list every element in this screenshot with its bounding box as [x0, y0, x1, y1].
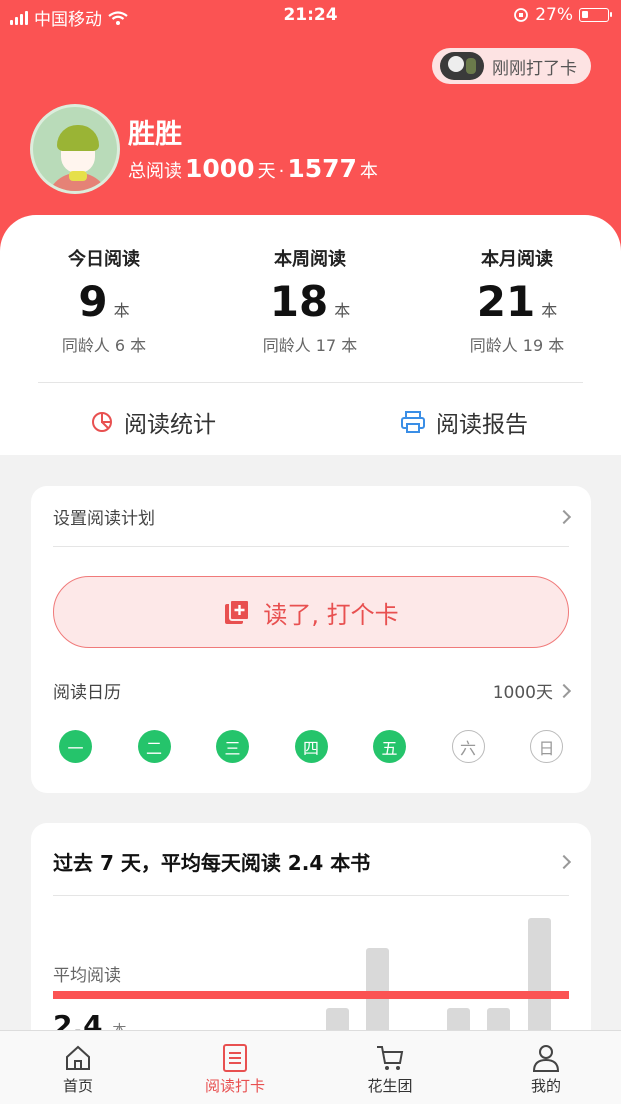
tab-home[interactable]: 首页 — [28, 1041, 128, 1096]
tab-peanut-group[interactable]: 花生团 — [340, 1041, 440, 1096]
weekday-sat: 六 — [451, 730, 485, 763]
reading-calendar-row[interactable]: 阅读日历 1000天 — [53, 678, 572, 703]
weekday-fri: 五 — [373, 730, 406, 763]
average-label: 平均阅读 — [53, 966, 121, 986]
reading-plan-row[interactable]: 设置阅读计划 — [53, 504, 572, 529]
weekly-summary-card[interactable]: 过去 7 天，平均每天阅读 2.4 本书 平均阅读 2.4 本 — [31, 823, 591, 1068]
chevron-right-icon — [556, 683, 572, 698]
total-books: 1577 — [287, 154, 357, 183]
battery-percent: 27% — [535, 5, 573, 25]
today-stat: 今日阅读 9本 同龄人 6 本 — [61, 249, 147, 355]
cart-icon — [377, 1046, 404, 1070]
battery-icon — [579, 8, 612, 22]
username: 胜胜 — [128, 119, 182, 150]
add-book-icon — [225, 599, 251, 624]
reading-totals: 总阅读 1000 天 · 1577 本 — [128, 154, 378, 183]
total-days: 1000 — [185, 154, 255, 183]
checkin-card: 设置阅读计划 读了, 打个卡 阅读日历 1000天 一 二 三 四 五 六 日 — [31, 486, 591, 793]
weekday-thu: 四 — [294, 730, 328, 763]
calendar-day-count: 1000天 — [492, 683, 553, 703]
divider — [53, 546, 569, 547]
recent-checkin-label: 刚刚打了卡 — [492, 58, 577, 79]
recent-checkin-chip[interactable]: 刚刚打了卡 — [432, 48, 591, 84]
divider — [38, 382, 583, 383]
reading-stats-card: 今日阅读 9本 同龄人 6 本 本周阅读 18 本 同龄人 17 本 本月阅读 2… — [0, 215, 621, 455]
weekday-wed: 三 — [216, 730, 249, 763]
divider — [53, 895, 569, 896]
week-stat: 本周阅读 18 本 同龄人 17 本 — [262, 249, 358, 355]
printer-icon — [401, 411, 425, 433]
month-stat: 本月阅读 21 本 同龄人 19 本 — [469, 249, 565, 355]
orientation-lock-icon — [514, 8, 529, 22]
book-icon — [223, 1044, 247, 1072]
chevron-right-icon — [556, 509, 572, 524]
avatar[interactable] — [30, 104, 120, 194]
status-bar: 中国移动 21:24 27% — [0, 0, 621, 32]
friend-avatar — [440, 52, 484, 80]
weekday-tue: 二 — [137, 730, 171, 763]
home-icon — [66, 1045, 90, 1070]
weekday-checkins: 一 二 三 四 五 六 日 — [59, 730, 563, 763]
pie-chart-icon — [92, 412, 112, 432]
tab-reading-checkin[interactable]: 阅读打卡 — [185, 1041, 285, 1096]
average-line — [53, 991, 569, 999]
checkin-button[interactable]: 读了, 打个卡 — [53, 576, 569, 648]
chevron-right-icon — [556, 854, 572, 869]
weekly-summary-title: 过去 7 天，平均每天阅读 2.4 本书 — [53, 847, 572, 876]
app-screen: 中国移动 21:24 27% 刚刚打了卡 胜胜 总阅读 1000 天 · 157… — [0, 0, 621, 1104]
reading-stats-button[interactable]: 阅读统计 — [90, 405, 216, 439]
weekday-sun: 日 — [530, 730, 563, 763]
weekday-mon: 一 — [59, 730, 92, 763]
bottom-tab-bar: 首页 阅读打卡 花生团 我的 — [0, 1030, 621, 1104]
user-icon — [532, 1045, 560, 1072]
reading-report-button[interactable]: 阅读报告 — [400, 405, 528, 439]
tab-mine[interactable]: 我的 — [496, 1041, 596, 1096]
